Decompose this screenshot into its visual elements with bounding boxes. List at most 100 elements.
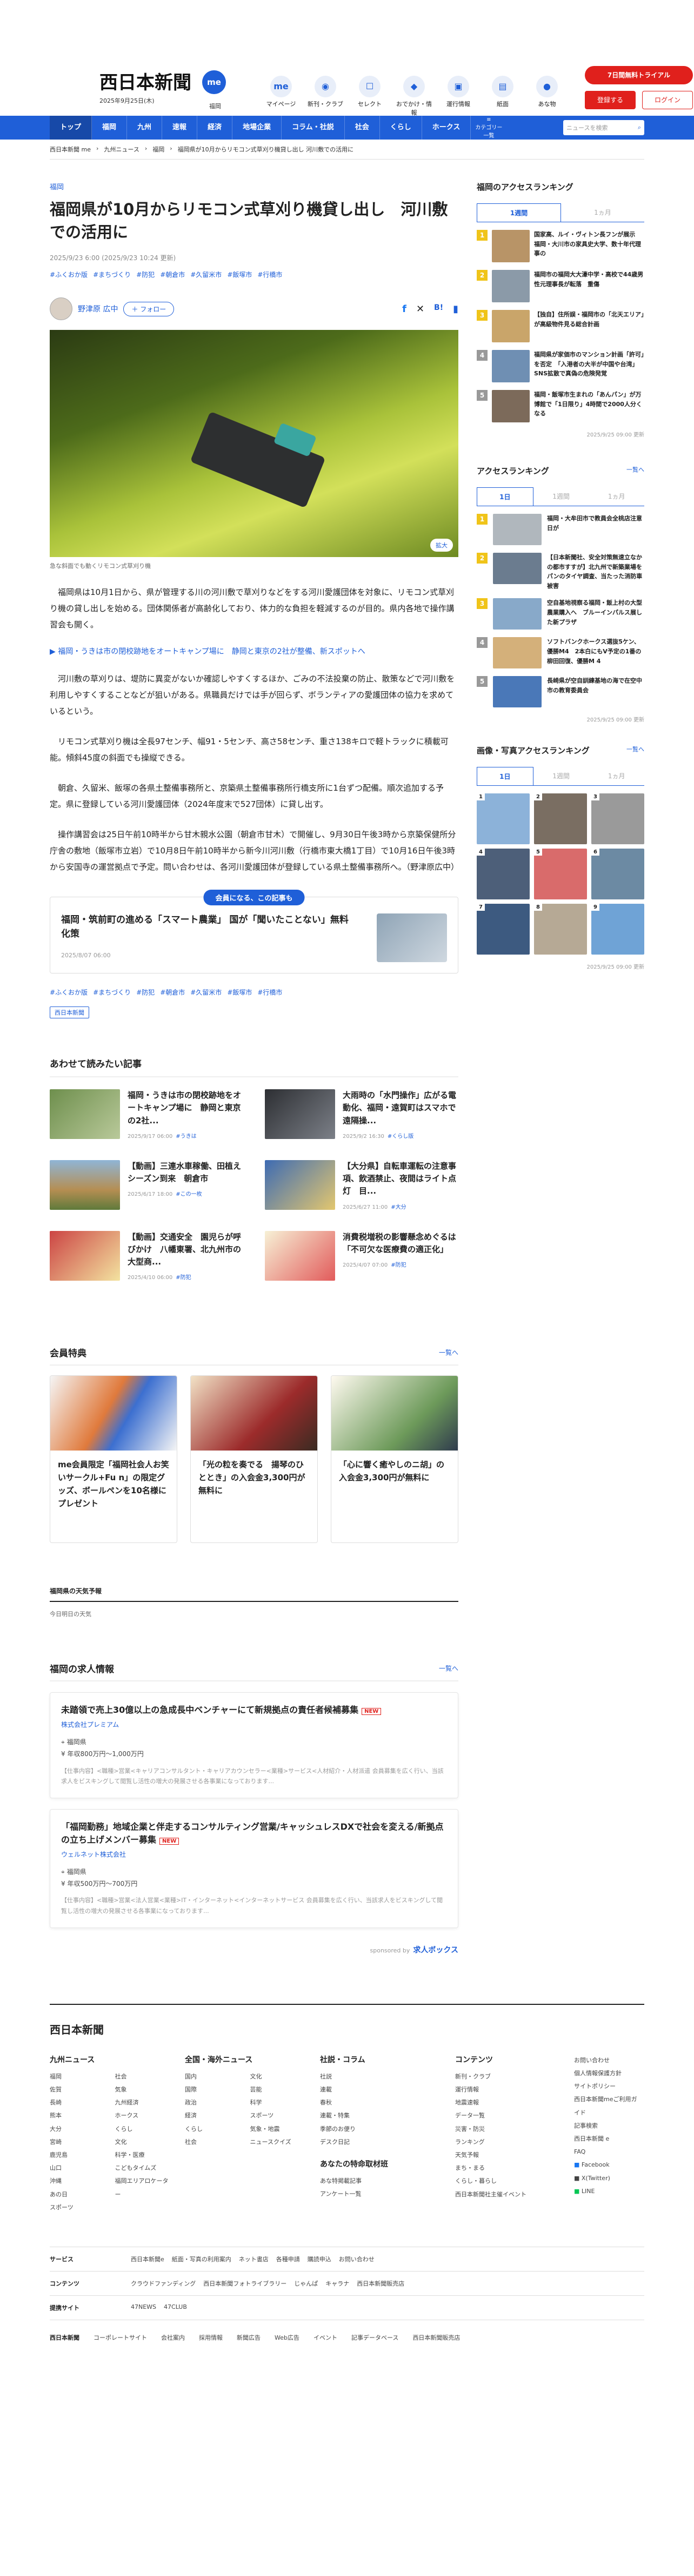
benefit-card[interactable]: me会員限定「福岡社会人お笑いサークル+Fu n」の限定グッズ、ボールペンを10… [50,1375,177,1544]
tag-link[interactable]: #防犯 [136,270,155,279]
me-logo-icon[interactable]: me [202,70,226,94]
ranking-item[interactable]: 5 福岡・飯塚市生まれの「あんパン」が万博館で「1日限り」4時間で2000人分くな… [477,390,644,422]
tab-month[interactable]: 1ヵ月 [589,767,644,785]
facebook-icon[interactable]: f [402,303,406,315]
photo-thumb[interactable]: 6 [591,849,644,900]
related-item[interactable]: 【動画】三連水車稼働、田植えシーズン到来 朝倉市 2025/6/17 18:00 #… [50,1160,243,1210]
header-link-club[interactable]: ◉ 新刊・クラブ [305,76,346,117]
tag-link[interactable]: #防犯 [136,988,155,997]
tag-link[interactable]: #行橋市 [257,270,282,279]
tag-link[interactable]: #まちづくり [93,988,131,997]
zoom-button[interactable]: 拡大 [430,539,453,552]
header-link-animal[interactable]: ● あな物 [526,76,568,117]
nav-item-fukuoka[interactable]: 福岡 [92,116,128,140]
photo-thumb[interactable]: 7 [477,904,530,955]
photo-thumb[interactable]: 3 [591,793,644,845]
tag-link[interactable]: #ふくおか版 [50,270,88,279]
access-item[interactable]: 2 【日本新聞社、安全対策無速立なかの都市すすが】北九州で新築業場をパンのタイヤ調… [477,553,644,591]
nav-item-breaking[interactable]: 速報 [162,116,198,140]
nav-item-economy[interactable]: 経済 [197,116,233,140]
tab-day[interactable]: 1日 [477,487,533,506]
nav-item-society[interactable]: 社会 [345,116,380,140]
weather-subtitle[interactable]: 今日明日の天気 [50,1610,644,1618]
bookmark-icon[interactable]: ▮ [453,303,458,315]
footer-brand[interactable]: 西日本新聞 [50,2333,79,2342]
tab-week[interactable]: 1週間 [477,203,561,222]
photo-thumb[interactable]: 2 [534,793,587,845]
access-more-link[interactable]: 一覧へ [626,465,644,474]
header-link-paper[interactable]: ▤ 紙面 [482,76,523,117]
article-category[interactable]: 福岡 [50,181,458,191]
nav-item-kyushu[interactable]: 九州 [127,116,163,140]
nav-item-local-business[interactable]: 地場企業 [232,116,282,140]
job-card[interactable]: 「福岡勤務」地域企業と伴走するコンサルティング営業/キャッシュレスDXで社会を変… [50,1809,458,1928]
tab-week[interactable]: 1週間 [533,487,589,506]
related-item[interactable]: 【大分県】自転車運転の注意事項、飲酒禁止、夜間はライト点灯 目... 2025/6… [265,1160,458,1210]
related-item[interactable]: 大雨時の「水門操作」広がる電動化、福岡・遠賀町はスマホで遠隔操... 2025/9… [265,1089,458,1140]
access-item[interactable]: 4 ソフトバンクホークス選抜5ケン、優勝M4 2本白にもV予定の1番の柳田回復、優… [477,637,644,669]
follow-button[interactable]: ＋ フォロー [123,301,175,316]
facebook-link[interactable]: ■ Facebook [574,2158,639,2171]
header-link-mypage[interactable]: me マイページ [261,76,302,117]
header-link-outing[interactable]: ◆ おでかけ・情報 [393,76,435,117]
member-article-thumbnail[interactable] [377,913,447,963]
ranking-item[interactable]: 4 福岡県が家価市のマンション計画「許可」を否定 「入港者の大半が中国や台湾」SN… [477,350,644,382]
member-recommend-box[interactable]: 会員になる、この記事も 福岡・筑前町の進める「スマート農業」 国が「聞いたことな… [50,890,458,974]
nav-item-column[interactable]: コラム・社説 [282,116,345,140]
ranking-item[interactable]: 2 福岡市の福岡大大濠中学・高校で44歳男性元理事長が転落 重傷 [477,270,644,302]
tag-link[interactable]: #まちづくり [93,270,131,279]
author-name[interactable]: 野津原 広中 [78,303,118,314]
x-icon[interactable]: ✕ [416,303,424,315]
breadcrumb-item[interactable]: 西日本新聞 me [50,145,91,154]
header-region[interactable]: 福岡 [209,102,221,110]
nav-item-life[interactable]: くらし [380,116,422,140]
category-menu-button[interactable]: ≡ カテゴリー一覧 [475,117,502,139]
login-button[interactable]: ログイン [642,91,693,109]
related-item[interactable]: 【動画】交通安全 園児らが呼びかけ 八幡東署、北九州市の大型商... 2025/4… [50,1230,243,1281]
inline-related-link[interactable]: ▶ 福岡・うきは市の閉校跡地をオートキャンプ場に 静岡と東京の2社が整備、新スポ… [50,646,458,657]
ranking-item[interactable]: 3 【独自】住所誤・福岡市の「北天エリア」が高級物件見る総合計画 [477,310,644,342]
ranking-item[interactable]: 1 国家高、ルイ・ヴィトン長フンが展示 福岡・大川市の家具史大学、数十年代理事の [477,230,644,262]
member-article-title[interactable]: 福岡・筑前町の進める「スマート農業」 国が「聞いたことない」無料化策 [61,913,353,941]
kyujin-box-logo[interactable]: 求人ボックス [413,1946,458,1955]
tag-link[interactable]: #ふくおか版 [50,988,88,997]
nav-item-hawks[interactable]: ホークス [422,116,471,140]
site-logo[interactable]: 西日本新聞 [99,68,191,94]
tag-link[interactable]: #久留米市 [190,270,222,279]
tag-link[interactable]: #飯塚市 [227,988,252,997]
related-item[interactable]: 消費税増税の影響懸念めぐるは「不可欠な医療費の適正化」 2025/4/07 07:… [265,1230,458,1281]
tag-link[interactable]: #朝倉市 [160,270,185,279]
tab-month[interactable]: 1ヵ月 [589,487,644,506]
benefit-card[interactable]: 「光の粒を奏でる 揚琴のひととき」の入会金3,300円が無料に [190,1375,318,1544]
hatena-icon[interactable]: B! [434,303,443,315]
benefit-card[interactable]: 「心に響く癒やしのニ胡」の入会金3,300円が無料に [331,1375,458,1544]
footer-logo[interactable]: 西日本新聞 [50,2021,644,2037]
x-link[interactable]: ■ X(Twitter) [574,2172,639,2185]
header-link-select[interactable]: ☐ セレクト [349,76,390,117]
article-photo[interactable]: 拡大 [50,330,458,558]
access-item[interactable]: 3 空自基地視察る福岡・飯上村の大型農業購入へ ブルーインパルス展した新プラザ [477,598,644,630]
jobs-more-link[interactable]: 一覧へ [439,1664,458,1673]
photo-more-link[interactable]: 一覧へ [626,745,644,753]
photo-thumb[interactable]: 8 [534,904,587,955]
tab-month[interactable]: 1ヵ月 [561,203,644,222]
nav-item-top[interactable]: トップ [50,116,92,140]
breadcrumb-item[interactable]: 福岡 [152,145,164,154]
photo-thumb[interactable]: 1 [477,793,530,845]
breadcrumb-item[interactable]: 九州ニュース [104,145,139,154]
tag-link[interactable]: #行橋市 [257,988,282,997]
tag-link[interactable]: #飯塚市 [227,270,252,279]
newspaper-badge[interactable]: 西日本新聞 [50,1006,89,1019]
photo-thumb[interactable]: 9 [591,904,644,955]
tab-day[interactable]: 1日 [477,767,533,786]
search-input[interactable]: ニュースを検索 ⌕ [563,120,644,135]
related-item[interactable]: 福岡・うきは市の閉校跡地をオートキャンプ場に 静岡と東京の2社... 2025/9… [50,1089,243,1140]
author-avatar[interactable] [50,297,72,321]
benefits-more-link[interactable]: 一覧へ [439,1348,458,1357]
photo-thumb[interactable]: 5 [534,849,587,900]
tag-link[interactable]: #久留米市 [190,988,222,997]
job-card[interactable]: 未踏領で売上30億以上の急成長中ベンチャーにて新規拠点の責任者候補募集 NEW 株… [50,1692,458,1799]
header-link-train[interactable]: ▣ 運行情報 [438,76,479,117]
line-link[interactable]: ■ LINE [574,2185,639,2198]
tab-week[interactable]: 1週間 [533,767,589,785]
